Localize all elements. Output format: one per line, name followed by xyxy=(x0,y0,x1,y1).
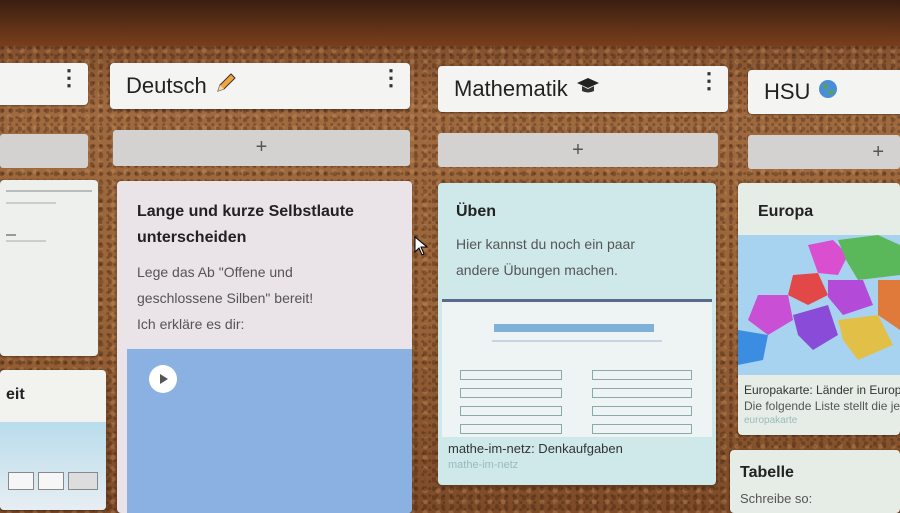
deutsch-column-title: Deutsch xyxy=(126,73,207,98)
pencil-icon xyxy=(215,72,237,100)
play-icon[interactable] xyxy=(149,365,177,393)
europe-map-image xyxy=(738,235,900,375)
deutsch-card-line: geschlossene Silben" bereit! xyxy=(137,290,314,306)
hsu-card-europa[interactable]: Europa Europakarte: Länder in Europa Die… xyxy=(738,183,900,435)
globe-icon xyxy=(818,79,838,105)
mathematik-column-title: Mathematik xyxy=(454,76,568,101)
mathematik-card-line: Hier kannst du noch ein paar xyxy=(456,236,635,252)
graduation-cap-icon xyxy=(576,76,600,102)
hsu-card-tabelle[interactable]: Tabelle Schreibe so: xyxy=(730,450,900,513)
hsu-card-tabelle-text: Schreibe so: xyxy=(740,491,813,506)
mathematik-add-button[interactable]: + xyxy=(438,133,718,167)
hsu-add-button[interactable]: + xyxy=(748,135,900,169)
mathematik-card-body: Hier kannst du noch ein paar andere Übun… xyxy=(456,231,698,283)
kebab-menu-icon[interactable]: ⋮ xyxy=(58,67,80,89)
hsu-europa-caption-link[interactable]: europakarte xyxy=(744,415,797,426)
left-column-add-button[interactable] xyxy=(0,134,88,168)
hsu-column-title: HSU xyxy=(764,79,811,104)
hsu-card-europa-title: Europa xyxy=(758,203,814,220)
left-card-1[interactable] xyxy=(0,180,98,356)
mathematik-card-title: Üben xyxy=(456,203,496,220)
deutsch-card-body: Lege das Ab "Offene und geschlossene Sil… xyxy=(137,259,392,337)
deutsch-card-title: Lange und kurze Selbstlaute unterscheide… xyxy=(137,203,354,246)
video-thumbnail[interactable] xyxy=(127,349,412,513)
left-card-2-image xyxy=(0,422,106,510)
mathematik-column-header[interactable]: Mathematik ⋮ xyxy=(438,66,728,112)
left-card-2[interactable]: eit xyxy=(0,370,106,510)
left-column-header[interactable]: ⋮ xyxy=(0,63,88,105)
kebab-menu-icon[interactable]: ⋮ xyxy=(380,67,402,89)
mathematik-link-title[interactable]: mathe-im-netz: Denkaufgaben xyxy=(448,441,623,456)
top-shadow-band xyxy=(0,0,900,46)
hsu-europa-caption-title[interactable]: Europakarte: Länder in Europa xyxy=(744,383,900,397)
mouse-cursor-icon xyxy=(414,235,429,261)
deutsch-add-button[interactable]: + xyxy=(113,130,410,166)
mathematik-link-url[interactable]: mathe-im-netz xyxy=(448,459,518,471)
hsu-card-tabelle-title: Tabelle xyxy=(740,464,794,481)
deutsch-card-line: Lege das Ab "Offene und xyxy=(137,264,293,280)
worksheet-preview-image xyxy=(442,299,712,437)
left-card-2-title: eit xyxy=(6,386,25,403)
deutsch-card[interactable]: Lange und kurze Selbstlaute unterscheide… xyxy=(117,181,412,513)
mathematik-card[interactable]: Üben Hier kannst du noch ein paar andere… xyxy=(438,183,716,485)
hsu-column-header[interactable]: HSU xyxy=(748,70,900,114)
hsu-europa-caption-text: Die folgende Liste stellt die je xyxy=(744,399,900,413)
kebab-menu-icon[interactable]: ⋮ xyxy=(698,70,720,92)
mathematik-card-line: andere Übungen machen. xyxy=(456,262,618,278)
deutsch-card-line: Ich erkläre es dir: xyxy=(137,316,245,332)
deutsch-column-header[interactable]: Deutsch ⋮ xyxy=(110,63,410,109)
